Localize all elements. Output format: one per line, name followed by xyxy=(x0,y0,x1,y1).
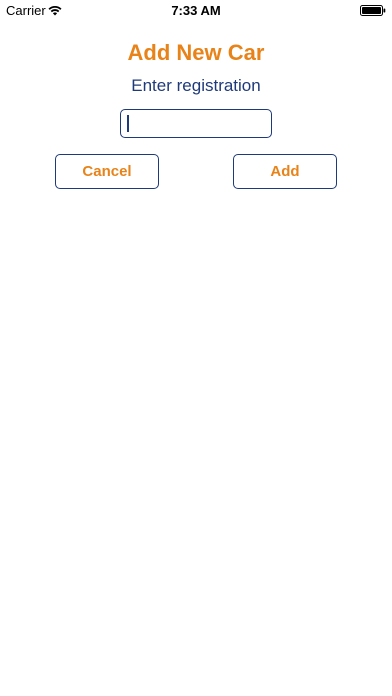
text-cursor xyxy=(127,115,129,132)
registration-prompt: Enter registration xyxy=(131,76,261,95)
status-time: 7:33 AM xyxy=(171,3,221,18)
status-bar: Carrier 7:33 AM xyxy=(0,0,392,20)
registration-input[interactable] xyxy=(120,109,272,138)
page-title: Add New Car xyxy=(127,40,265,65)
add-button[interactable]: Add xyxy=(233,154,337,189)
battery-icon xyxy=(360,5,386,16)
cancel-button[interactable]: Cancel xyxy=(55,154,159,189)
